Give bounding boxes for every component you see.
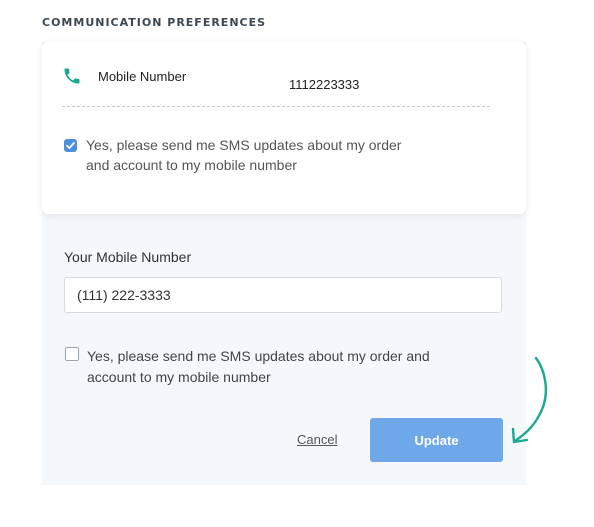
form-sms-checkbox[interactable] — [65, 347, 79, 361]
communication-preferences-page: COMMUNICATION PREFERENCES Mobile Number … — [0, 0, 594, 527]
update-button[interactable]: Update — [370, 418, 503, 462]
mobile-number-input[interactable] — [64, 277, 502, 313]
summary-sms-checkbox[interactable] — [64, 139, 77, 152]
cancel-link[interactable]: Cancel — [297, 432, 337, 447]
mobile-number-label: Mobile Number — [98, 69, 187, 84]
mobile-number-value: 1112223333 — [289, 77, 360, 92]
section-title: COMMUNICATION PREFERENCES — [42, 16, 267, 29]
form-sms-consent-text: Yes, please send me SMS updates about my… — [87, 348, 430, 385]
summary-card — [42, 42, 526, 214]
divider — [62, 106, 490, 107]
curved-arrow-icon — [511, 356, 547, 444]
checkmark-icon — [66, 142, 75, 149]
phone-icon — [62, 66, 82, 86]
mobile-number-field-label: Your Mobile Number — [64, 249, 192, 265]
summary-sms-consent-text: Yes, please send me SMS updates about my… — [86, 137, 402, 173]
